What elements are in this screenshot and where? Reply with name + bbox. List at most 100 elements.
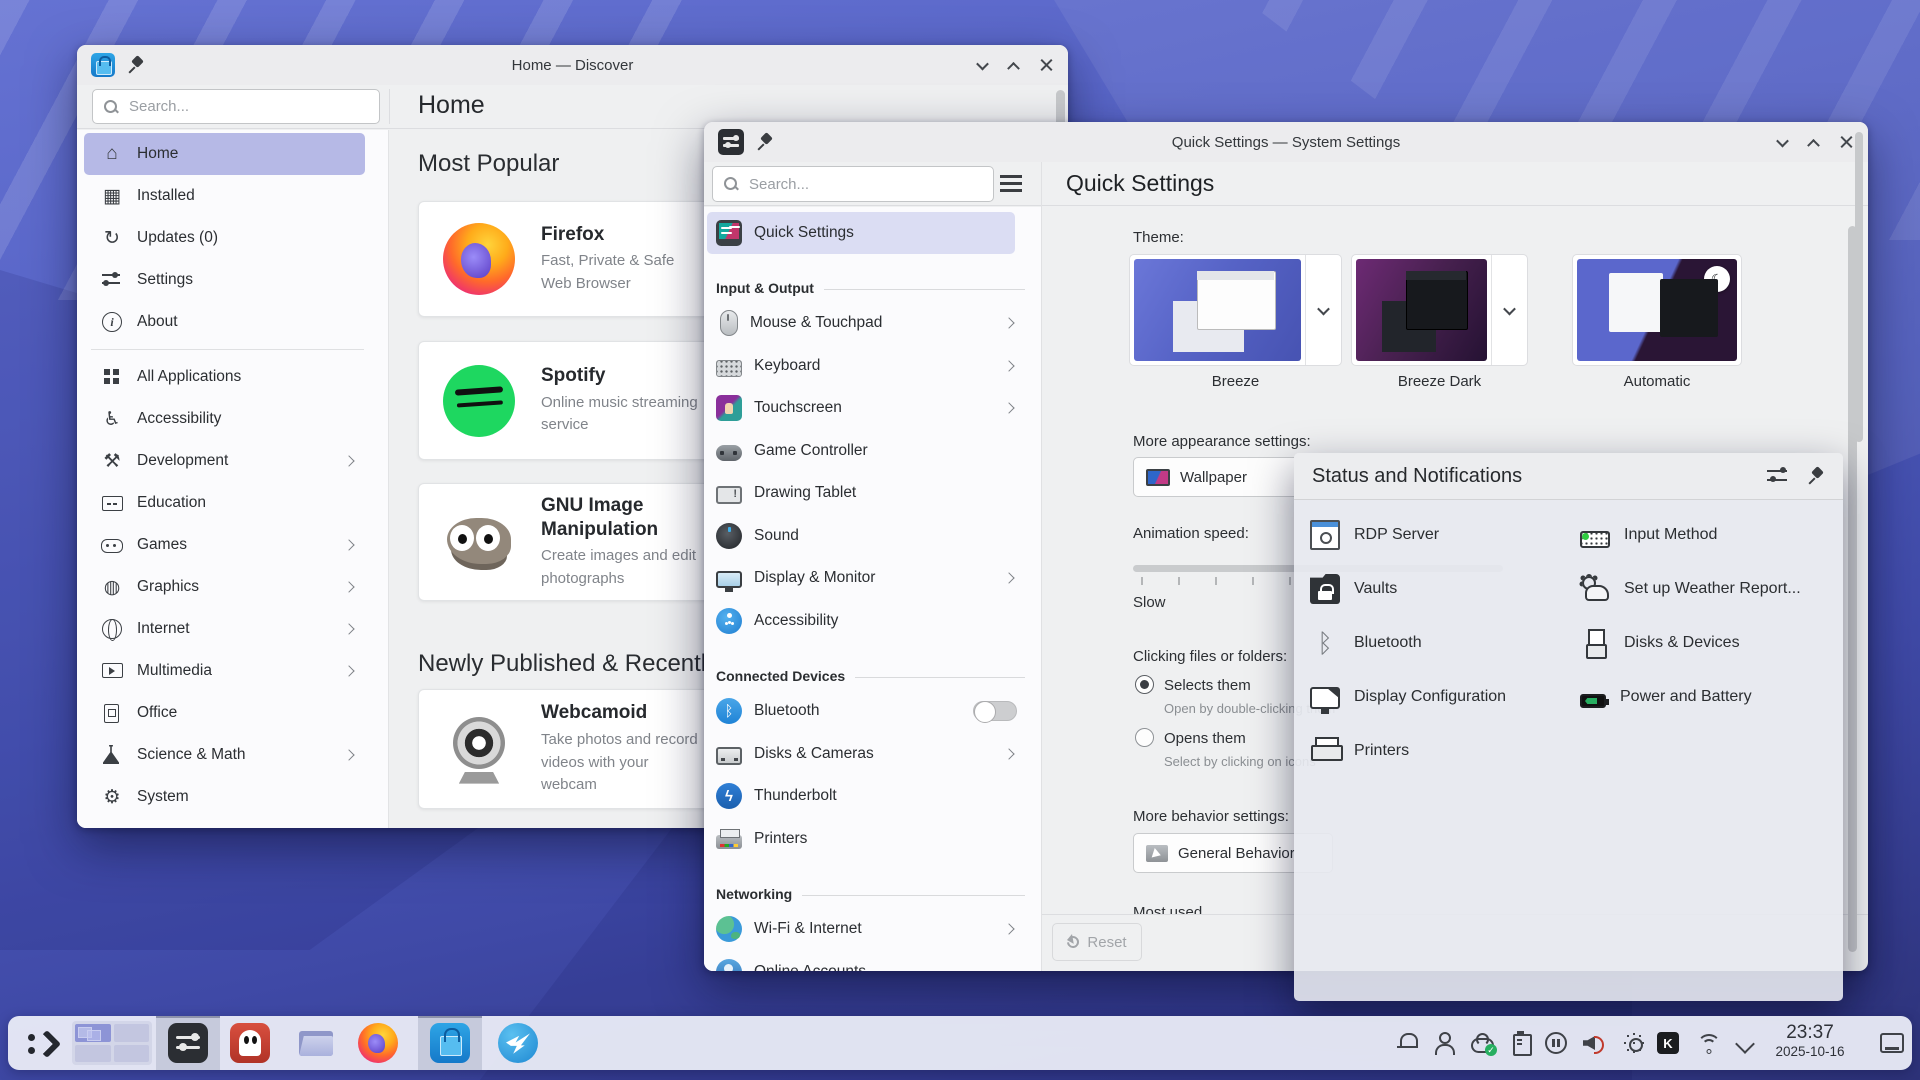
virtual-desktop-pager[interactable] <box>72 1021 152 1065</box>
popup-item-weather[interactable]: Set up Weather Report... <box>1580 562 1801 616</box>
theme-card-automatic[interactable]: ☾ <box>1572 254 1742 366</box>
sidebar-item-settings[interactable]: Settings <box>84 259 365 301</box>
settings-item-keyboard[interactable]: Keyboard <box>704 345 1041 388</box>
minimize-button[interactable] <box>1776 134 1789 147</box>
media-pause-icon[interactable] <box>1543 1030 1569 1056</box>
settings-item-wifi-internet[interactable]: Wi-Fi & Internet <box>704 908 1041 951</box>
task-firefox-icon[interactable] <box>358 1023 398 1063</box>
task-file-manager-icon[interactable] <box>296 1023 336 1063</box>
sidebar-item-all-applications[interactable]: All Applications <box>84 356 365 398</box>
search-input[interactable] <box>127 97 369 116</box>
settings-item-game-controller[interactable]: Game Controller <box>704 430 1041 473</box>
pager-desktop-3[interactable] <box>75 1045 111 1063</box>
popup-item-kbd[interactable]: Input Method <box>1580 508 1801 562</box>
settings-item-accessibility[interactable]: Accessibility <box>704 600 1041 643</box>
general-behavior-label: General Behavior <box>1178 845 1295 862</box>
settings-item-disks-cameras[interactable]: Disks & Cameras <box>704 733 1041 776</box>
settings-item-quick-settings[interactable]: Quick Settings <box>707 212 1015 254</box>
search-input[interactable] <box>747 175 983 194</box>
cloud-sync-icon[interactable]: ✓ <box>1469 1030 1495 1056</box>
content-scrollbar[interactable] <box>1848 226 1857 952</box>
settings-search[interactable] <box>712 166 994 202</box>
minimize-button[interactable] <box>976 57 989 70</box>
popup-item-bt[interactable]: ᛒBluetooth <box>1310 616 1506 670</box>
radio-selects-them[interactable] <box>1135 675 1154 694</box>
pager-desktop-2[interactable] <box>114 1024 150 1042</box>
settings-item-drawing-tablet[interactable]: Drawing Tablet <box>704 472 1041 515</box>
settings-item-display-monitor[interactable]: Display & Monitor <box>704 557 1041 600</box>
theme-dropdown-button[interactable] <box>1305 255 1341 365</box>
tray-expand-icon[interactable] <box>1733 1030 1759 1056</box>
settings-item-mouse-touchpad[interactable]: Mouse & Touchpad <box>704 302 1041 345</box>
quick-settings-icon <box>716 220 742 246</box>
settings-item-online-accounts[interactable]: Online Accounts <box>704 951 1041 972</box>
app-name: Firefox <box>541 223 699 247</box>
peek-desktop-icon[interactable] <box>1880 1033 1904 1053</box>
close-button[interactable] <box>1840 135 1854 149</box>
sidebar-item-development[interactable]: ⚒Development <box>84 440 365 482</box>
pager-desktop-4[interactable] <box>114 1045 150 1063</box>
bluetooth-toggle[interactable] <box>973 701 1017 721</box>
sidebar-item-label: Games <box>137 536 187 554</box>
sidebar-item-installed[interactable]: ▦Installed <box>84 175 365 217</box>
sidebar-item-label: Education <box>137 494 206 512</box>
sidebar-item-graphics[interactable]: ◍Graphics <box>84 566 365 608</box>
theme-card-breeze-dark[interactable] <box>1351 254 1528 366</box>
theme-dropdown-button[interactable] <box>1491 255 1527 365</box>
sidebar-item-internet[interactable]: Internet <box>84 608 365 650</box>
sidebar-item-games[interactable]: Games <box>84 524 365 566</box>
sidebar-item-about[interactable]: About <box>84 301 365 343</box>
reset-button[interactable]: Reset <box>1052 923 1142 961</box>
maximize-button[interactable] <box>1007 61 1020 74</box>
settings-titlebar[interactable]: Quick Settings — System Settings <box>704 122 1868 162</box>
close-button[interactable] <box>1040 58 1054 72</box>
hamburger-menu-icon[interactable] <box>1000 175 1022 192</box>
popup-item-batt[interactable]: Power and Battery <box>1580 670 1801 724</box>
settings-item-thunderbolt[interactable]: ϟThunderbolt <box>704 775 1041 818</box>
sidebar-item-updates[interactable]: ↻Updates (0) <box>84 217 365 259</box>
sidebar-item-home[interactable]: ⌂Home <box>84 133 365 175</box>
radio-opens-them[interactable] <box>1135 728 1154 747</box>
settings-item-sound[interactable]: Sound <box>704 515 1041 558</box>
wifi-icon[interactable] <box>1696 1030 1722 1056</box>
pager-desktop-1[interactable] <box>75 1024 111 1042</box>
user-icon[interactable] <box>1431 1030 1457 1056</box>
discover-search[interactable] <box>92 89 380 124</box>
sidebar-item-label: System <box>137 788 189 806</box>
configure-icon[interactable] <box>1767 467 1789 485</box>
brightness-icon[interactable] <box>1621 1030 1647 1056</box>
task-discover-icon[interactable] <box>430 1023 470 1063</box>
volume-icon[interactable] <box>1581 1030 1607 1056</box>
sidebar-item-office[interactable]: Office <box>84 692 365 734</box>
discover-titlebar[interactable]: Home — Discover <box>77 45 1068 85</box>
task-ghostwriter-icon[interactable] <box>230 1023 270 1063</box>
check-badge: ✓ <box>1485 1044 1497 1056</box>
task-system-settings-icon[interactable] <box>168 1023 208 1063</box>
popup-item-vault[interactable]: Vaults <box>1310 562 1506 616</box>
sidebar-item-science-math[interactable]: Science & Math <box>84 734 365 776</box>
popup-item-printer[interactable]: Printers <box>1310 724 1506 778</box>
maximize-button[interactable] <box>1807 138 1820 151</box>
sidebar-section-header: Connected Devices <box>704 642 1041 690</box>
sidebar-item-education[interactable]: Education <box>84 482 365 524</box>
theme-card-breeze[interactable] <box>1129 254 1342 366</box>
sidebar-item-system[interactable]: ⚙System <box>84 776 365 818</box>
sidebar-item-label: Graphics <box>137 578 199 596</box>
pin-icon[interactable] <box>1807 467 1825 485</box>
popup-item-usb[interactable]: Disks & Devices <box>1580 616 1801 670</box>
popup-item-rdp[interactable]: RDP Server <box>1310 508 1506 562</box>
settings-item-bluetooth[interactable]: ᛒBluetooth <box>704 690 1041 733</box>
task-falkon-icon[interactable] <box>498 1023 538 1063</box>
sidebar-item-multimedia[interactable]: Multimedia <box>84 650 365 692</box>
popup-item-display[interactable]: Display Configuration <box>1310 670 1506 724</box>
settings-item-touchscreen[interactable]: Touchscreen <box>704 387 1041 430</box>
digital-clock[interactable]: 23:37 2025-10-16 <box>1758 1022 1862 1059</box>
settings-item-printers[interactable]: Printers <box>704 818 1041 861</box>
keyboard-layout-icon[interactable]: K <box>1657 1032 1679 1054</box>
wifi-internet-icon <box>716 916 742 942</box>
sidebar-item-accessibility[interactable]: ♿Accessibility <box>84 398 365 440</box>
app-launcher-icon[interactable] <box>24 1023 60 1063</box>
notifications-icon[interactable] <box>1395 1030 1421 1056</box>
clipboard-icon[interactable] <box>1508 1030 1534 1056</box>
installed-icon: ▦ <box>100 184 124 208</box>
